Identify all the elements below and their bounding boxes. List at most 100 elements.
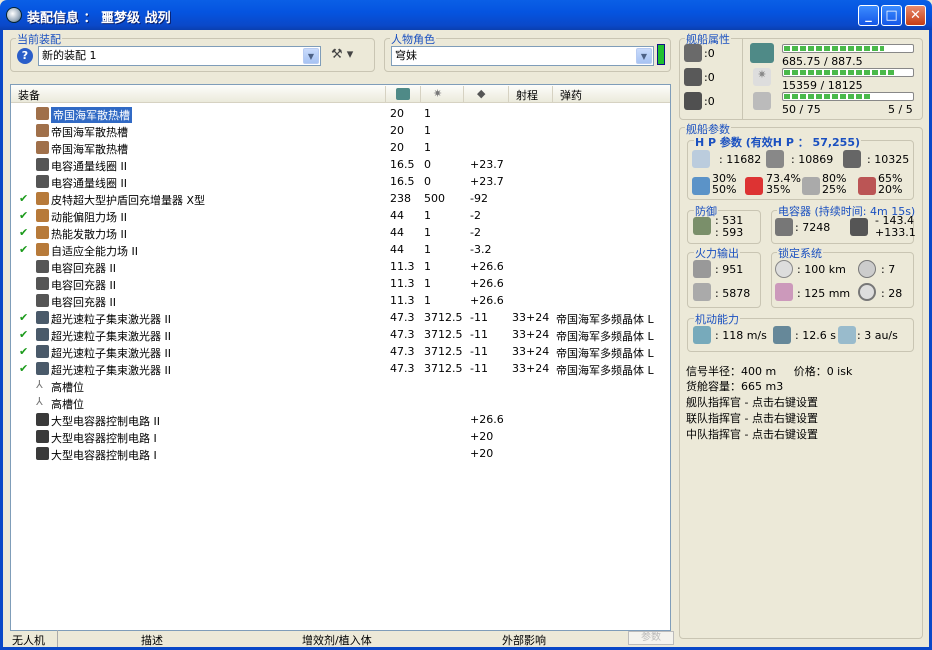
module-name: 高槽位	[51, 398, 84, 411]
table-row[interactable]: ✔ 热能发散力场 II 44 1 -2	[11, 224, 670, 241]
max-velocity: : 118 m/s	[715, 329, 767, 342]
module-range: 33+24	[512, 362, 550, 375]
capacitor-rate-icon	[850, 218, 868, 236]
thermal-resist: 73.4% 35%	[766, 172, 801, 196]
minimize-button[interactable]: _	[858, 5, 879, 26]
tools-icon[interactable]: ⚒ ▾	[331, 47, 353, 62]
module-cpu: 20	[390, 107, 404, 120]
maximize-button[interactable]: □	[881, 5, 902, 26]
capacitor-icon	[36, 277, 49, 290]
cpu-value: 685.75 / 887.5	[782, 55, 863, 68]
table-row[interactable]: 电容回充器 II 11.3 1 +26.6	[11, 258, 670, 275]
module-ammo: 帝国海军多频晶体 L	[556, 347, 654, 360]
module-range: 33+24	[512, 311, 550, 324]
table-row[interactable]: 大型电容器控制电路 II +26.6	[11, 411, 670, 428]
module-cpu: 47.3	[390, 328, 415, 341]
module-capacitor: -11	[470, 311, 488, 324]
table-row[interactable]: ✔ 自适应全能力场 II 44 1 -3.2	[11, 241, 670, 258]
fleet-commander[interactable]: 舰队指挥官 - 点击右键设置	[686, 394, 818, 410]
module-powergrid: 1	[424, 209, 431, 222]
column-ammo[interactable]: 弹药	[560, 87, 582, 103]
active-check-icon[interactable]: ✔	[19, 311, 28, 324]
module-powergrid: 1	[424, 141, 431, 154]
max-targets-icon	[858, 260, 876, 278]
dps-value: : 951	[715, 263, 744, 276]
defense-values: : 531: 593	[715, 214, 744, 239]
module-powergrid: 1	[424, 107, 431, 120]
launcher-hardpoints: :0	[704, 71, 715, 84]
rig-icon	[36, 430, 49, 443]
fitting-label: 当前装配	[16, 31, 62, 47]
table-row[interactable]: 帝国海军散热槽 20 1	[11, 139, 670, 156]
column-equipment[interactable]: 装备	[18, 87, 40, 103]
powergrid-column-icon[interactable]: ✷	[433, 87, 442, 100]
table-row[interactable]: ⅄ 高槽位	[11, 377, 670, 394]
close-button[interactable]: ✕	[905, 5, 926, 26]
character-value: 穹妹	[395, 49, 417, 62]
tab-boosters[interactable]: 增效剂/植入体	[302, 632, 372, 648]
capacitor-icon	[36, 294, 49, 307]
parameters-button[interactable]: 参数	[628, 631, 674, 645]
tab-external[interactable]: 外部影响	[502, 632, 546, 648]
tab-description[interactable]: 描述	[141, 632, 163, 648]
targeting-range-icon	[775, 260, 793, 278]
table-row[interactable]: 大型电容器控制电路 I +20	[11, 428, 670, 445]
help-icon[interactable]: ?	[17, 48, 33, 64]
active-check-icon[interactable]: ✔	[19, 226, 28, 239]
table-row[interactable]: ✔ 超光速粒子集束激光器 II 47.3 3712.5 -11 33+24 帝国海军多频晶体…	[11, 360, 670, 377]
module-name: 大型电容器控制电路 II	[51, 415, 160, 428]
table-row[interactable]: 帝国海军散热槽 20 1	[11, 122, 670, 139]
active-check-icon[interactable]: ✔	[19, 209, 28, 222]
active-check-icon[interactable]: ✔	[19, 243, 28, 256]
table-row[interactable]: 帝国海军散热槽 20 1	[11, 105, 670, 123]
table-row[interactable]: ✔ 皮特超大型护盾回充增量器 X型 238 500 -92	[11, 190, 670, 207]
module-powergrid: 1	[424, 226, 431, 239]
chevron-down-icon[interactable]: ▼	[303, 48, 319, 64]
table-row[interactable]: 电容通量线圈 II 16.5 0 +23.7	[11, 173, 670, 190]
table-row[interactable]: ✔ 动能偏阻力场 II 44 1 -2	[11, 207, 670, 224]
module-name: 电容回充器 II	[51, 296, 116, 309]
heatsink-icon	[36, 141, 49, 154]
list-header: 装备 ✷ ◆ 射程 弹药	[11, 85, 670, 103]
column-range[interactable]: 射程	[516, 87, 538, 103]
module-capacitor: +26.6	[470, 294, 504, 307]
cpu-column-icon[interactable]	[396, 88, 410, 100]
table-row[interactable]: 电容回充器 II 11.3 1 +26.6	[11, 292, 670, 309]
module-name: 皮特超大型护盾回充增量器 X型	[51, 194, 206, 207]
capacitor-column-icon[interactable]: ◆	[477, 87, 485, 100]
shield-hp: : 11682	[719, 153, 762, 166]
module-cpu: 11.3	[390, 260, 415, 273]
table-row[interactable]: ✔ 超光速粒子集束激光器 II 47.3 3712.5 -11 33+24 帝国海军多频晶体…	[11, 343, 670, 360]
table-row[interactable]: 电容回充器 II 11.3 1 +26.6	[11, 275, 670, 292]
equipment-list[interactable]: 装备 ✷ ◆ 射程 弹药 帝国海军散热槽 20 1 帝国海军散热槽 20 1 帝国海军散热槽…	[10, 84, 671, 631]
laser-icon	[36, 345, 49, 358]
fitting-select[interactable]: 新的装配 1 ▼	[38, 46, 321, 66]
volley-value: : 5878	[715, 287, 751, 300]
tab-drones[interactable]: 无人机	[12, 632, 45, 648]
capacitor-icon	[36, 158, 49, 171]
active-check-icon[interactable]: ✔	[19, 362, 28, 375]
volley-icon	[693, 283, 711, 301]
module-powergrid: 0	[424, 158, 431, 171]
squad-commander[interactable]: 中队指挥官 - 点击右键设置	[686, 426, 818, 442]
module-cpu: 44	[390, 226, 404, 239]
active-check-icon[interactable]: ✔	[19, 328, 28, 341]
shield-icon	[36, 192, 49, 205]
targeting-label: 锁定系统	[777, 245, 823, 261]
table-row[interactable]: ✔ 超光速粒子集束激光器 II 47.3 3712.5 -11 33+24 帝国海军多频晶体…	[11, 326, 670, 343]
wing-commander[interactable]: 联队指挥官 - 点击右键设置	[686, 410, 818, 426]
module-powergrid: 3712.5	[424, 311, 463, 324]
heatsink-icon	[36, 107, 49, 120]
chevron-down-icon[interactable]: ▼	[636, 48, 652, 64]
sensor-strength-icon	[858, 283, 876, 301]
app-icon[interactable]	[6, 7, 22, 23]
table-row[interactable]: 大型电容器控制电路 I +20	[11, 445, 670, 462]
character-select[interactable]: 穹妹 ▼	[391, 46, 654, 66]
table-row[interactable]: 电容通量线圈 II 16.5 0 +23.7	[11, 156, 670, 173]
active-check-icon[interactable]: ✔	[19, 345, 28, 358]
table-row[interactable]: ⅄ 高槽位	[11, 394, 670, 411]
active-check-icon[interactable]: ✔	[19, 192, 28, 205]
table-row[interactable]: ✔ 超光速粒子集束激光器 II 47.3 3712.5 -11 33+24 帝国海军多频晶体…	[11, 309, 670, 326]
module-capacitor: +26.6	[470, 413, 504, 426]
module-powergrid: 3712.5	[424, 345, 463, 358]
